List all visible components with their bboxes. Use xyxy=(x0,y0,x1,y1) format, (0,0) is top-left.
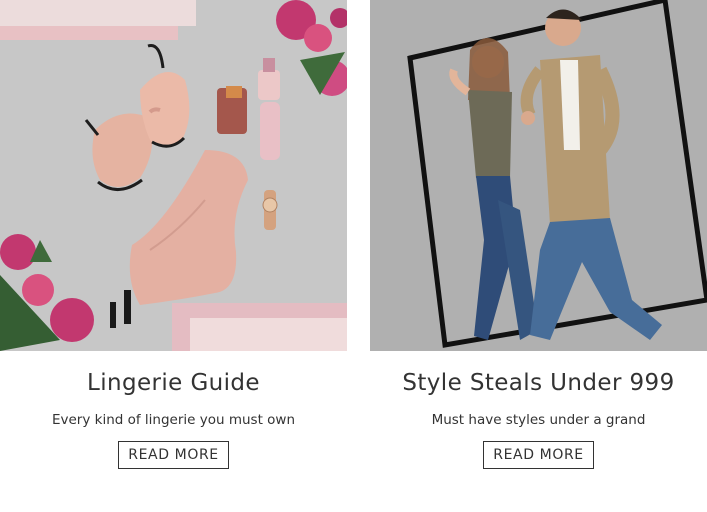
card-title[interactable]: Lingerie Guide xyxy=(0,369,347,397)
read-more-button[interactable]: READ MORE xyxy=(118,441,229,469)
article-card-lingerie-guide: Lingerie Guide Every kind of lingerie yo… xyxy=(0,0,347,469)
read-more-button[interactable]: READ MORE xyxy=(483,441,594,469)
lingerie-flatlay-image[interactable] xyxy=(0,0,347,351)
couple-jumping-image[interactable] xyxy=(370,0,707,351)
card-description: Must have styles under a grand xyxy=(431,412,646,428)
couple-illustration xyxy=(370,0,707,351)
card-title[interactable]: Style Steals Under 999 xyxy=(370,369,707,397)
article-card-style-steals: Style Steals Under 999 Must have styles … xyxy=(370,0,707,469)
card-description: Every kind of lingerie you must own xyxy=(51,412,296,428)
lingerie-illustration xyxy=(0,0,347,351)
